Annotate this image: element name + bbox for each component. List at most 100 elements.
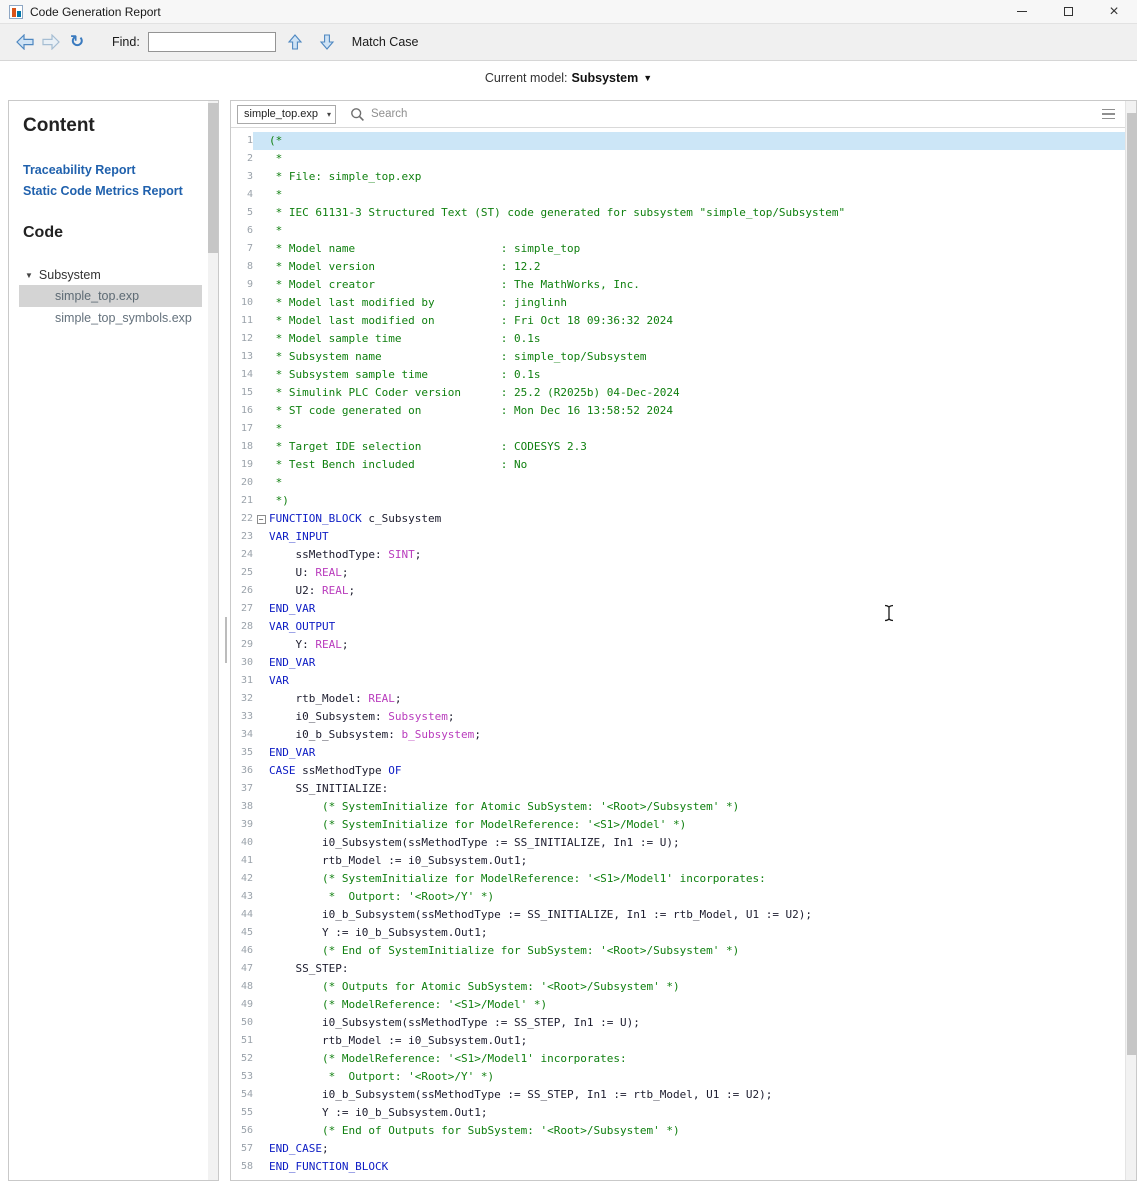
code-line[interactable]: 9 * Model creator : The MathWorks, Inc. xyxy=(231,276,1125,294)
tree-root-subsystem[interactable]: ▼ Subsystem xyxy=(23,268,194,282)
editor-topbar: simple_top.exp ▾ xyxy=(231,101,1125,128)
code-line[interactable]: 11 * Model last modified on : Fri Oct 18… xyxy=(231,312,1125,330)
code-line[interactable]: 26 U2: REAL; xyxy=(231,582,1125,600)
code-line[interactable]: 13 * Subsystem name : simple_top/Subsyst… xyxy=(231,348,1125,366)
tree-expand-icon[interactable]: ▼ xyxy=(25,271,33,280)
code-line[interactable]: 57END_CASE; xyxy=(231,1140,1125,1158)
sidebar-link[interactable]: Traceability Report xyxy=(23,163,194,177)
code-line[interactable]: 18 * Target IDE selection : CODESYS 2.3 xyxy=(231,438,1125,456)
line-number: 56 xyxy=(231,1122,253,1140)
line-number: 18 xyxy=(231,438,253,456)
code-line[interactable]: 7 * Model name : simple_top xyxy=(231,240,1125,258)
code-line[interactable]: 2 * xyxy=(231,150,1125,168)
code-line[interactable]: 47 SS_STEP: xyxy=(231,960,1125,978)
code-line[interactable]: 38 (* SystemInitialize for Atomic SubSys… xyxy=(231,798,1125,816)
code-line[interactable]: 52 (* ModelReference: '<S1>/Model1' inco… xyxy=(231,1050,1125,1068)
line-number: 25 xyxy=(231,564,253,582)
sidebar-link[interactable]: Static Code Metrics Report xyxy=(23,184,194,198)
code-line[interactable]: 3 * File: simple_top.exp xyxy=(231,168,1125,186)
code-line[interactable]: 5 * IEC 61131-3 Structured Text (ST) cod… xyxy=(231,204,1125,222)
line-number: 35 xyxy=(231,744,253,762)
code-line[interactable]: 24 ssMethodType: SINT; xyxy=(231,546,1125,564)
sidebar-scrollbar-thumb[interactable] xyxy=(208,103,218,253)
code-line[interactable]: 21 *) xyxy=(231,492,1125,510)
code-line[interactable]: 6 * xyxy=(231,222,1125,240)
refresh-button[interactable]: ↻ xyxy=(64,29,90,55)
code-line[interactable]: 10 * Model last modified by : jinglinh xyxy=(231,294,1125,312)
code-line[interactable]: 43 * Outport: '<Root>/Y' *) xyxy=(231,888,1125,906)
code-panel: simple_top.exp ▾ 1(*2 *3 * File: simple_… xyxy=(230,100,1137,1181)
minimize-button[interactable] xyxy=(999,0,1045,23)
code-line[interactable]: 22−FUNCTION_BLOCK c_Subsystem xyxy=(231,510,1125,528)
find-previous-button[interactable] xyxy=(282,29,308,55)
code-line[interactable]: 12 * Model sample time : 0.1s xyxy=(231,330,1125,348)
up-arrow-icon xyxy=(287,34,303,50)
code-line[interactable]: 44 i0_b_Subsystem(ssMethodType := SS_INI… xyxy=(231,906,1125,924)
code-line[interactable]: 33 i0_Subsystem: Subsystem; xyxy=(231,708,1125,726)
editor-scrollbar-thumb[interactable] xyxy=(1127,113,1137,1055)
code-line[interactable]: 17 * xyxy=(231,420,1125,438)
menu-icon[interactable] xyxy=(1102,109,1115,120)
code-line[interactable]: 34 i0_b_Subsystem: b_Subsystem; xyxy=(231,726,1125,744)
code-line[interactable]: 31VAR xyxy=(231,672,1125,690)
code-line[interactable]: 46 (* End of SystemInitialize for SubSys… xyxy=(231,942,1125,960)
code-line[interactable]: 49 (* ModelReference: '<S1>/Model' *) xyxy=(231,996,1125,1014)
current-model-value[interactable]: Subsystem xyxy=(572,71,639,85)
code-line[interactable]: 35END_VAR xyxy=(231,744,1125,762)
tree-item[interactable]: simple_top_symbols.exp xyxy=(19,307,202,329)
code-line[interactable]: 56 (* End of Outputs for SubSystem: '<Ro… xyxy=(231,1122,1125,1140)
current-model-bar: Current model: Subsystem ▼ xyxy=(0,62,1137,94)
code-line[interactable]: 53 * Outport: '<Root>/Y' *) xyxy=(231,1068,1125,1086)
match-case-label[interactable]: Match Case xyxy=(352,35,419,49)
code-line[interactable]: 32 rtb_Model: REAL; xyxy=(231,690,1125,708)
fold-toggle-icon[interactable]: − xyxy=(257,515,266,524)
code-line[interactable]: 50 i0_Subsystem(ssMethodType := SS_STEP,… xyxy=(231,1014,1125,1032)
editor-scrollbar[interactable] xyxy=(1125,101,1136,1180)
code-line[interactable]: 45 Y := i0_b_Subsystem.Out1; xyxy=(231,924,1125,942)
line-number: 59 xyxy=(231,1176,253,1180)
code-line[interactable]: 20 * xyxy=(231,474,1125,492)
find-input[interactable] xyxy=(148,32,276,52)
line-number: 54 xyxy=(231,1086,253,1104)
back-button[interactable] xyxy=(12,29,38,55)
code-line[interactable]: 39 (* SystemInitialize for ModelReferenc… xyxy=(231,816,1125,834)
tree-item[interactable]: simple_top.exp xyxy=(19,285,202,307)
code-line[interactable]: 1(* xyxy=(231,132,1125,150)
find-next-button[interactable] xyxy=(314,29,340,55)
code-line[interactable]: 4 * xyxy=(231,186,1125,204)
code-line[interactable]: 55 Y := i0_b_Subsystem.Out1; xyxy=(231,1104,1125,1122)
code-line[interactable]: 48 (* Outputs for Atomic SubSystem: '<Ro… xyxy=(231,978,1125,996)
code-line[interactable]: 41 rtb_Model := i0_Subsystem.Out1; xyxy=(231,852,1125,870)
code-line[interactable]: 37 SS_INITIALIZE: xyxy=(231,780,1125,798)
forward-button[interactable] xyxy=(38,29,64,55)
code-line[interactable]: 51 rtb_Model := i0_Subsystem.Out1; xyxy=(231,1032,1125,1050)
file-dropdown[interactable]: simple_top.exp ▾ xyxy=(237,105,336,124)
current-model-caret-icon[interactable]: ▼ xyxy=(643,73,652,83)
code-line[interactable]: 25 U: REAL; xyxy=(231,564,1125,582)
panel-splitter[interactable] xyxy=(225,617,227,663)
code-line[interactable]: 40 i0_Subsystem(ssMethodType := SS_INITI… xyxy=(231,834,1125,852)
code-line[interactable]: 8 * Model version : 12.2 xyxy=(231,258,1125,276)
code-line[interactable]: 15 * Simulink PLC Coder version : 25.2 (… xyxy=(231,384,1125,402)
code-line[interactable]: 59 xyxy=(231,1176,1125,1180)
code-line[interactable]: 27END_VAR xyxy=(231,600,1125,618)
code-line[interactable]: 58END_FUNCTION_BLOCK xyxy=(231,1158,1125,1176)
sidebar-scrollbar[interactable] xyxy=(208,101,218,1180)
line-number: 15 xyxy=(231,384,253,402)
line-number: 10 xyxy=(231,294,253,312)
code-line[interactable]: 29 Y: REAL; xyxy=(231,636,1125,654)
code-line[interactable]: 16 * ST code generated on : Mon Dec 16 1… xyxy=(231,402,1125,420)
close-button[interactable]: × xyxy=(1091,0,1137,23)
code-line[interactable]: 36CASE ssMethodType OF xyxy=(231,762,1125,780)
line-number: 41 xyxy=(231,852,253,870)
search-input[interactable] xyxy=(371,108,931,120)
code-line[interactable]: 23VAR_INPUT xyxy=(231,528,1125,546)
code-line[interactable]: 19 * Test Bench included : No xyxy=(231,456,1125,474)
maximize-button[interactable] xyxy=(1045,0,1091,23)
code-line[interactable]: 30END_VAR xyxy=(231,654,1125,672)
code-line[interactable]: 54 i0_b_Subsystem(ssMethodType := SS_STE… xyxy=(231,1086,1125,1104)
code-line[interactable]: 28VAR_OUTPUT xyxy=(231,618,1125,636)
code-line[interactable]: 42 (* SystemInitialize for ModelReferenc… xyxy=(231,870,1125,888)
code-line[interactable]: 14 * Subsystem sample time : 0.1s xyxy=(231,366,1125,384)
line-number: 53 xyxy=(231,1068,253,1086)
